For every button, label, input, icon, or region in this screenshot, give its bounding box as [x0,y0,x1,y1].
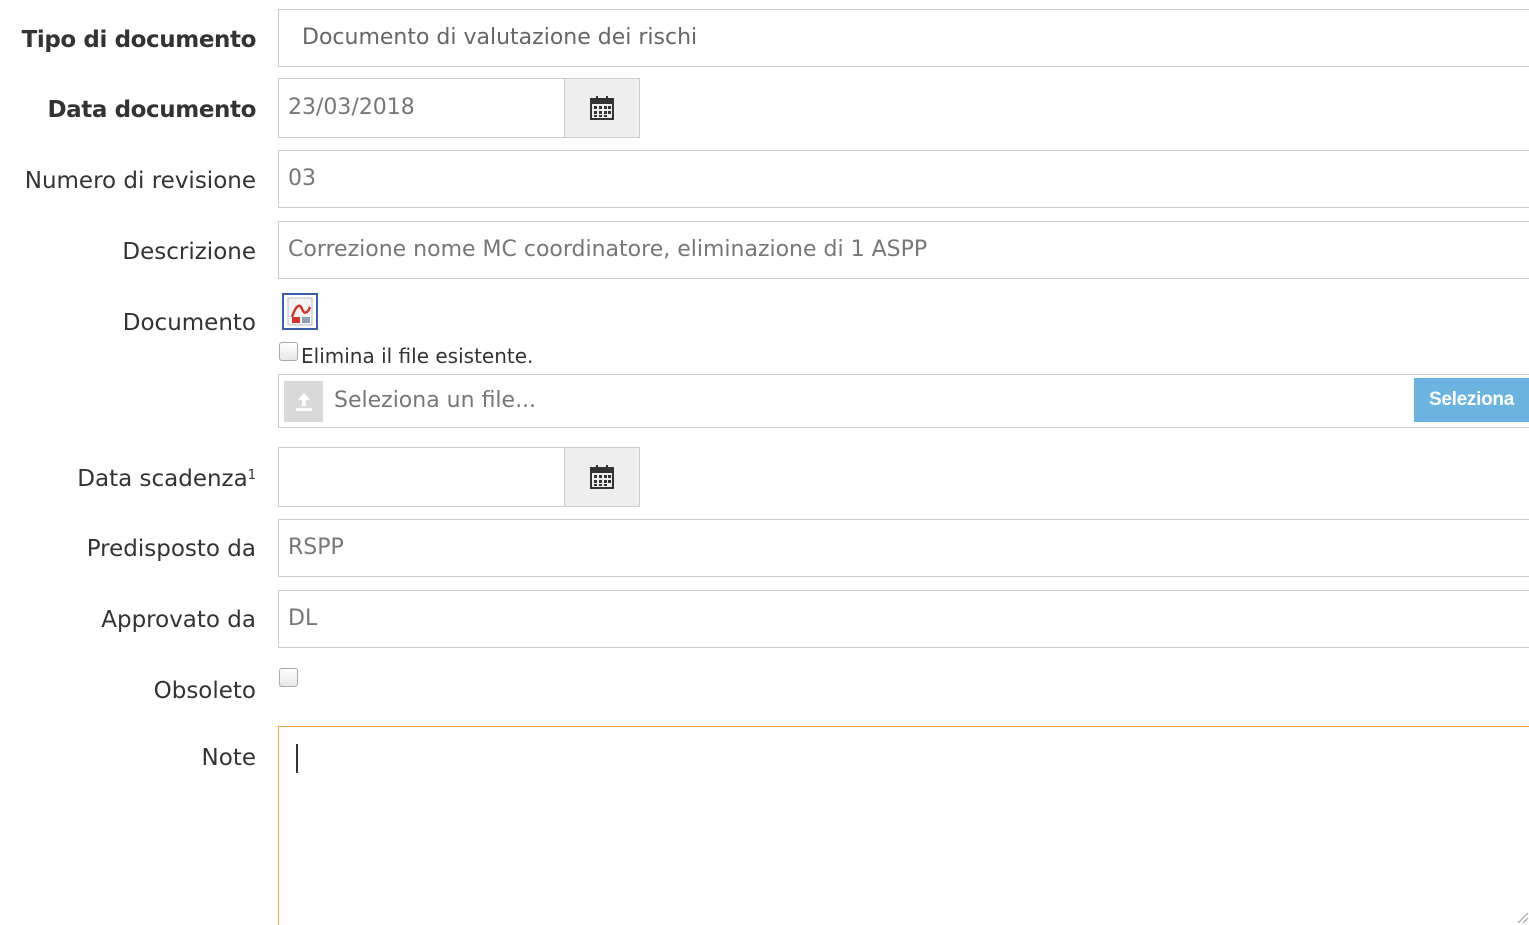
data-scadenza-input[interactable] [278,447,565,507]
label-numero-revisione: Numero di revisione [24,168,256,194]
label-predisposto-da: Predisposto da [86,536,256,562]
upload-icon [284,381,323,422]
text-caret [296,744,298,773]
approvato-da-input[interactable]: DL [278,590,1529,648]
data-scadenza-calendar-button[interactable] [564,447,640,507]
descrizione-input[interactable]: Correzione nome MC coordinatore, elimina… [278,221,1529,279]
seleziona-button[interactable]: Seleziona [1414,378,1529,422]
calendar-icon [590,465,614,489]
numero-revisione-input[interactable]: 03 [278,150,1529,208]
label-tipo-documento: Tipo di documento [21,27,257,53]
calendar-icon [590,96,614,120]
document-form: Tipo di documento Documento di valutazio… [0,0,1529,925]
footnote-marker: 1 [247,468,256,483]
resize-grip-icon[interactable] [1515,910,1529,924]
pdf-file-icon[interactable] [282,293,318,330]
label-data-scadenza: Data scadenza1 [77,465,256,493]
obsoleto-checkbox[interactable] [279,668,298,687]
tipo-documento-input[interactable]: Documento di valutazione dei rischi [278,9,1529,67]
label-approvato-da: Approvato da [101,607,256,633]
data-documento-calendar-button[interactable] [564,78,640,138]
label-documento: Documento [122,310,256,336]
elimina-file-label[interactable]: Elimina il file esistente. [301,344,533,368]
label-data-documento: Data documento [47,97,256,123]
file-upload-field[interactable]: Seleziona un file... [278,374,1529,428]
note-textarea[interactable] [278,726,1529,925]
predisposto-da-input[interactable]: RSPP [278,519,1529,577]
pdf-glyph-icon [287,297,313,326]
label-data-scadenza-text: Data scadenza [77,466,248,492]
data-documento-input[interactable]: 23/03/2018 [278,78,565,138]
elimina-file-checkbox[interactable] [279,342,298,361]
label-descrizione: Descrizione [122,239,256,265]
file-placeholder: Seleziona un file... [334,388,537,413]
label-obsoleto: Obsoleto [153,678,256,704]
label-note: Note [201,745,256,771]
